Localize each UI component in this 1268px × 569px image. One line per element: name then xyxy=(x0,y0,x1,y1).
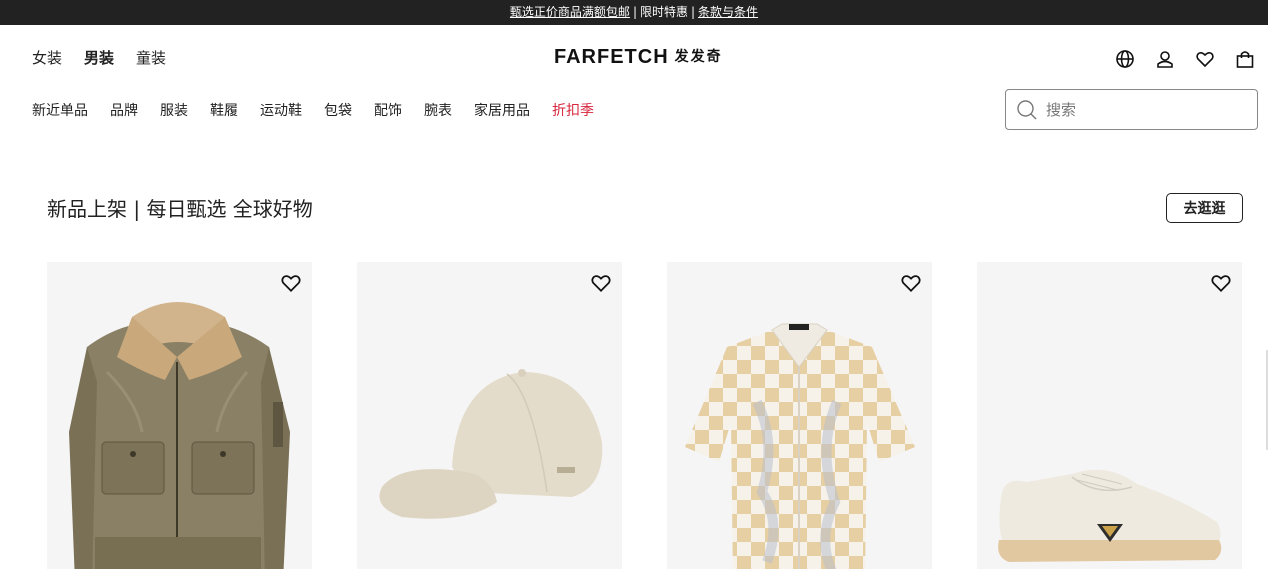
cat-bags[interactable]: 包袋 xyxy=(324,100,352,120)
header-icons xyxy=(1114,48,1256,70)
product-card[interactable] xyxy=(357,262,622,569)
account-icon[interactable] xyxy=(1154,48,1176,70)
heart-icon[interactable] xyxy=(280,272,302,294)
search-input[interactable] xyxy=(1046,100,1236,119)
section-title: 新品上架 | 每日甄选 全球好物 xyxy=(47,197,313,221)
promo-bar: 甄选正价商品满额包邮 | 限时特惠 | 条款与条件 xyxy=(0,0,1268,25)
site-logo[interactable]: FARFETCH 发发奇 xyxy=(554,46,723,69)
browse-button[interactable]: 去逛逛 xyxy=(1166,193,1243,223)
cat-shoes[interactable]: 鞋履 xyxy=(210,100,238,120)
cat-sale[interactable]: 折扣季 xyxy=(552,100,594,120)
search-box[interactable] xyxy=(1005,89,1258,130)
cat-brands[interactable]: 品牌 xyxy=(110,100,138,120)
product-image-white-sneaker xyxy=(998,469,1222,562)
cat-accessories[interactable]: 配饰 xyxy=(374,100,402,120)
product-image-bomber-jacket xyxy=(69,302,290,569)
search-icon xyxy=(1017,99,1037,119)
heart-icon[interactable] xyxy=(1210,272,1232,294)
product-image-printed-shirt xyxy=(685,323,915,569)
globe-icon[interactable] xyxy=(1114,48,1136,70)
gender-tab-women[interactable]: 女装 xyxy=(32,47,62,68)
promo-separator: | xyxy=(691,5,696,19)
heart-icon[interactable] xyxy=(900,272,922,294)
promo-offer-text: 限时特惠 xyxy=(639,5,688,19)
product-card[interactable] xyxy=(47,262,312,569)
product-card[interactable] xyxy=(977,262,1242,569)
gender-tab-men[interactable]: 男装 xyxy=(84,47,114,68)
gender-nav: 女装 男装 童装 xyxy=(32,47,188,68)
shopping-bag-icon[interactable] xyxy=(1234,48,1256,70)
heart-icon[interactable] xyxy=(590,272,612,294)
category-nav: 新近单品 品牌 服装 鞋履 运动鞋 包袋 配饰 腕表 家居用品 折扣季 xyxy=(32,100,616,120)
wishlist-icon[interactable] xyxy=(1194,48,1216,70)
logo-brand: FARFETCH xyxy=(554,46,669,68)
logo-cn: 发发奇 xyxy=(674,48,723,64)
product-card[interactable] xyxy=(667,262,932,569)
cat-sneakers[interactable]: 运动鞋 xyxy=(260,100,302,120)
product-image-baseball-cap xyxy=(379,369,603,519)
gender-tab-kids[interactable]: 童装 xyxy=(136,47,166,68)
promo-terms-link[interactable]: 条款与条件 xyxy=(698,5,758,19)
cat-homeware[interactable]: 家居用品 xyxy=(474,100,530,120)
cat-watches[interactable]: 腕表 xyxy=(424,100,452,120)
cat-clothing[interactable]: 服装 xyxy=(160,100,188,120)
promo-shipping-link[interactable]: 甄选正价商品满额包邮 xyxy=(510,5,630,19)
promo-separator: | xyxy=(632,5,637,19)
product-grid xyxy=(47,262,1242,569)
cat-new-in[interactable]: 新近单品 xyxy=(32,100,88,120)
